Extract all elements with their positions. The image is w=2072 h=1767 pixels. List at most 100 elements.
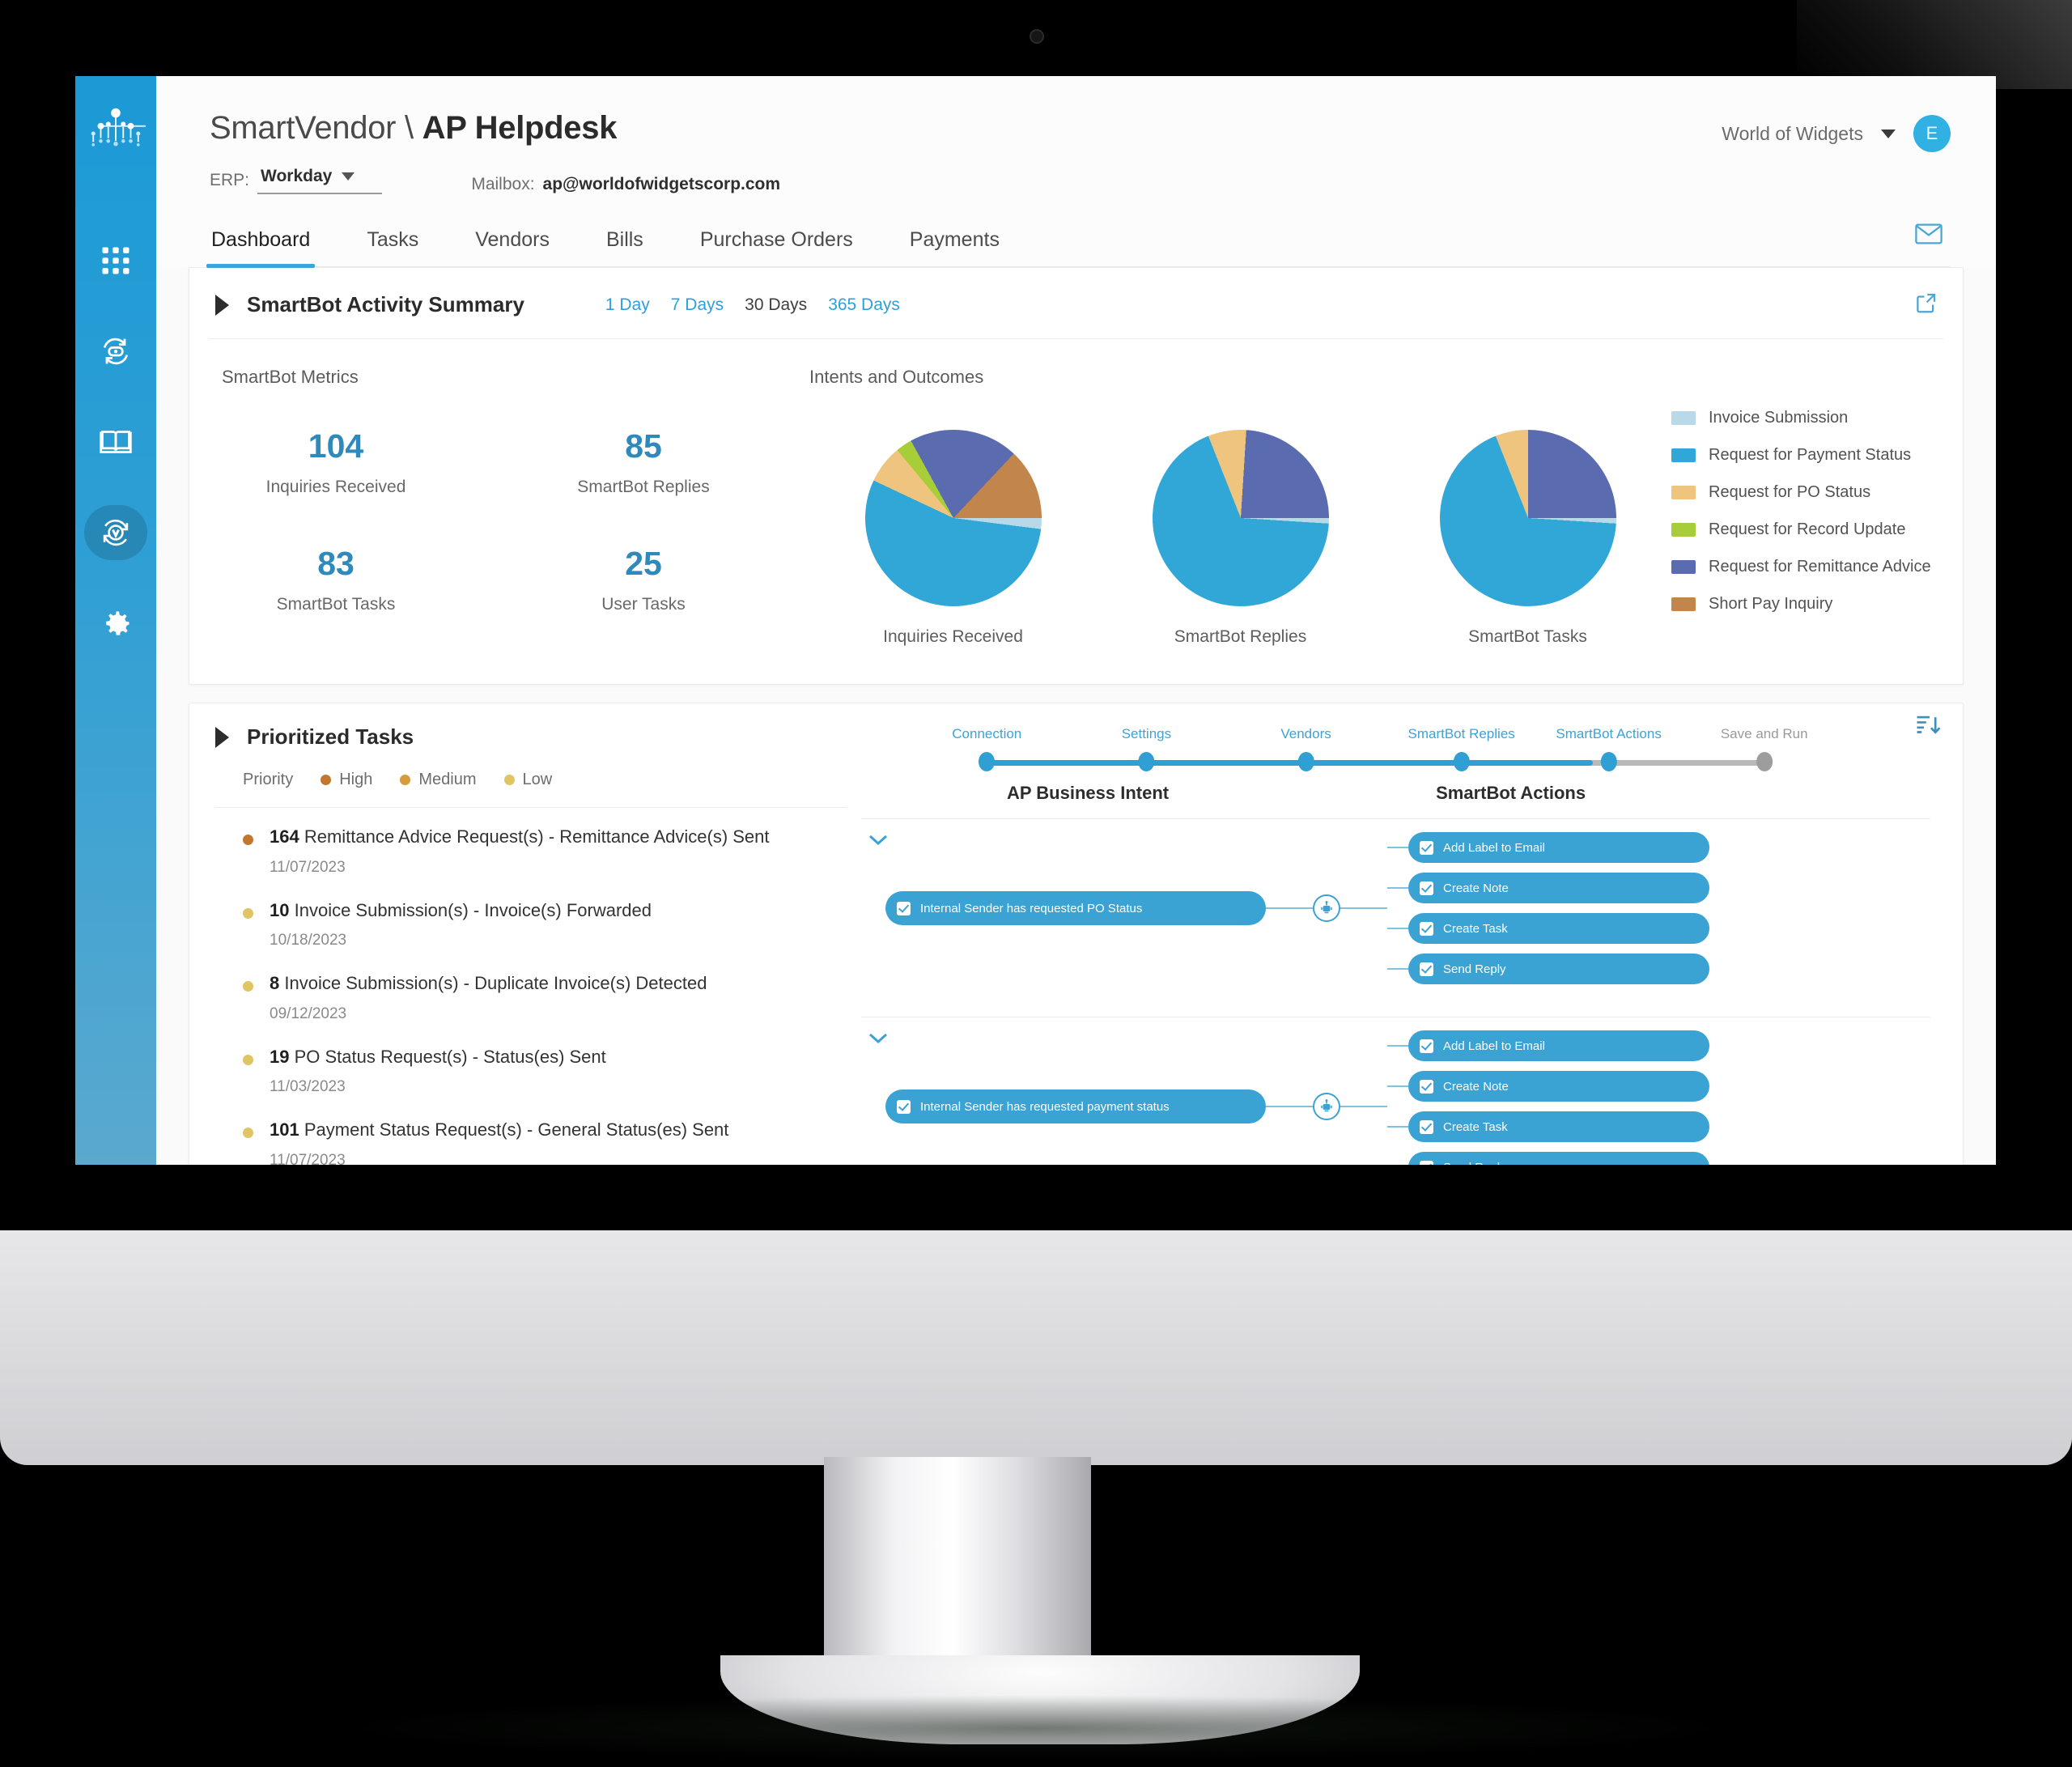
step-label: Vendors — [1280, 726, 1331, 741]
pie-graphic — [864, 430, 1042, 606]
action-item[interactable]: Create Note — [1387, 1071, 1709, 1102]
org-switcher-label[interactable]: World of Widgets — [1722, 123, 1863, 145]
chevron-down-icon[interactable] — [1881, 129, 1896, 138]
sidebar-item-settings[interactable] — [84, 596, 147, 651]
checkbox-checked-icon[interactable] — [1420, 1119, 1433, 1134]
legend-swatch — [1671, 411, 1696, 425]
checkbox-checked-icon[interactable] — [1420, 1039, 1433, 1053]
action-pill-create-task[interactable]: Create Task — [1408, 913, 1709, 944]
task-date: 11/07/2023 — [270, 858, 346, 876]
pie-caption: Inquiries Received — [883, 627, 1023, 646]
monitor-bezel — [0, 1165, 2072, 1234]
dashboard-body: SmartBot Activity Summary 1 Day 7 Days 3… — [156, 267, 1996, 1165]
checkbox-checked-icon[interactable] — [1420, 921, 1433, 936]
action-item[interactable]: Create Note — [1387, 873, 1709, 903]
action-item[interactable]: Add Label to Email — [1387, 832, 1709, 863]
sidebar-item-apps[interactable] — [84, 233, 147, 288]
task-count: 101 — [270, 1119, 299, 1140]
export-icon[interactable] — [1914, 291, 1938, 319]
action-pill-add-label-to-email[interactable]: Add Label to Email — [1408, 832, 1709, 863]
monitor-chin — [0, 1230, 2072, 1465]
sort-descending-icon[interactable] — [1914, 711, 1942, 743]
checkbox-checked-icon[interactable] — [1420, 840, 1433, 855]
sidebar-item-sync[interactable] — [84, 324, 147, 379]
erp-selector[interactable]: ERP: Workday — [210, 167, 383, 194]
tab-payments[interactable]: Payments — [908, 223, 1001, 266]
range-7-days[interactable]: 7 Days — [671, 295, 724, 315]
step-vendors[interactable]: Vendors — [1280, 726, 1331, 771]
avatar[interactable]: E — [1913, 115, 1951, 152]
workflow-group: Internal Sender has requested PO Status — [853, 819, 1963, 1002]
chevron-down-icon[interactable] — [342, 172, 355, 181]
range-1-day[interactable]: 1 Day — [605, 295, 650, 315]
task-text: 101 Payment Status Request(s) - General … — [270, 1119, 728, 1141]
checkbox-checked-icon[interactable] — [897, 1099, 911, 1114]
step-smartbot-actions[interactable]: SmartBot Actions — [1556, 726, 1662, 771]
content-area: SmartVendor \ AP Helpdesk World of Widge… — [156, 76, 1996, 1165]
range-30-days[interactable]: 30 Days — [745, 295, 807, 315]
step-save-and-run[interactable]: Save and Run — [1721, 726, 1808, 771]
action-item[interactable]: Add Label to Email — [1387, 1030, 1709, 1061]
step-label: SmartBot Actions — [1556, 726, 1662, 741]
tab-bills[interactable]: Bills — [605, 223, 645, 266]
task-priority-dot — [243, 907, 253, 919]
legend-item: Request for PO Status — [1671, 483, 1955, 502]
task-text: 164 Remittance Advice Request(s) - Remit… — [270, 826, 770, 848]
metric-value: 85 — [625, 427, 662, 465]
tab-dashboard[interactable]: Dashboard — [206, 223, 316, 268]
task-row[interactable]: 101 Payment Status Request(s) - General … — [215, 1101, 853, 1165]
checkbox-checked-icon[interactable] — [1420, 1079, 1433, 1094]
step-settings[interactable]: Settings — [1122, 726, 1171, 771]
tab-tasks[interactable]: Tasks — [365, 223, 420, 266]
connector-line — [1387, 928, 1408, 929]
chevron-down-icon[interactable] — [868, 834, 889, 851]
task-row[interactable]: 10 Invoice Submission(s) - Invoice(s) Fo… — [215, 881, 853, 955]
action-item[interactable]: Create Task — [1387, 913, 1709, 944]
action-pill-create-note[interactable]: Create Note — [1408, 1071, 1709, 1102]
mail-icon[interactable] — [1915, 223, 1942, 248]
expand-triangle-icon[interactable] — [215, 726, 229, 748]
prioritized-tasks-list: Prioritized Tasks Priority High Medium L… — [189, 703, 853, 1165]
action-pill-send-reply[interactable]: Send Reply — [1408, 954, 1709, 984]
action-pill-create-note[interactable]: Create Note — [1408, 873, 1709, 903]
range-365-days[interactable]: 365 Days — [828, 295, 900, 315]
tab-vendors[interactable]: Vendors — [473, 223, 551, 266]
expand-triangle-icon[interactable] — [215, 294, 229, 316]
action-item[interactable]: Send Reply — [1387, 1152, 1709, 1165]
smartbot-metrics: SmartBot Metrics 104 Inquiries Received … — [222, 367, 809, 647]
sidebar-item-smartvendor[interactable] — [84, 505, 147, 560]
intent-pill[interactable]: Internal Sender has requested payment st… — [885, 1090, 1266, 1123]
connector-line — [1387, 847, 1408, 848]
metric-user-tasks: 25 User Tasks — [567, 547, 720, 614]
metric-label: User Tasks — [601, 595, 686, 614]
task-row[interactable]: 19 PO Status Request(s) - Status(es) Sen… — [215, 1028, 853, 1102]
metric-label: Inquiries Received — [265, 478, 406, 496]
action-pill-create-task[interactable]: Create Task — [1408, 1111, 1709, 1142]
metric-inquiries-received: 104 Inquiries Received — [259, 430, 413, 497]
action-pill-add-label-to-email[interactable]: Add Label to Email — [1408, 1030, 1709, 1061]
legend-label: Short Pay Inquiry — [1709, 595, 1833, 613]
workflow-stepper: Connection Settings Vendors SmartBot Rep… — [952, 726, 1808, 778]
action-item[interactable]: Send Reply — [1387, 954, 1709, 984]
smartbot-activity-summary-card: SmartBot Activity Summary 1 Day 7 Days 3… — [189, 267, 1964, 685]
intent-pill[interactable]: Internal Sender has requested PO Status — [885, 891, 1266, 925]
pie-caption: SmartBot Replies — [1174, 627, 1307, 646]
checkbox-checked-icon[interactable] — [1420, 962, 1433, 976]
task-row[interactable]: 8 Invoice Submission(s) - Duplicate Invo… — [215, 954, 853, 1028]
chevron-down-icon[interactable] — [868, 1032, 889, 1049]
task-row[interactable]: 164 Remittance Advice Request(s) - Remit… — [215, 808, 853, 881]
step-smartbot-replies[interactable]: SmartBot Replies — [1408, 726, 1515, 771]
tab-purchase-orders[interactable]: Purchase Orders — [698, 223, 855, 266]
action-item[interactable]: Create Task — [1387, 1111, 1709, 1142]
checkbox-checked-icon[interactable] — [897, 901, 911, 915]
step-connection[interactable]: Connection — [952, 726, 1021, 771]
task-count: 10 — [270, 899, 290, 920]
metric-label: SmartBot Tasks — [276, 595, 396, 614]
step-label: Connection — [952, 726, 1022, 741]
step-label: Save and Run — [1720, 726, 1808, 741]
monitor-screen: SmartVendor \ AP Helpdesk World of Widge… — [75, 76, 1996, 1165]
checkbox-checked-icon[interactable] — [1420, 881, 1433, 895]
sidebar-item-library[interactable] — [84, 414, 147, 469]
action-pill-send-reply[interactable]: Send Reply — [1408, 1152, 1709, 1165]
task-text: 10 Invoice Submission(s) - Invoice(s) Fo… — [270, 899, 652, 922]
